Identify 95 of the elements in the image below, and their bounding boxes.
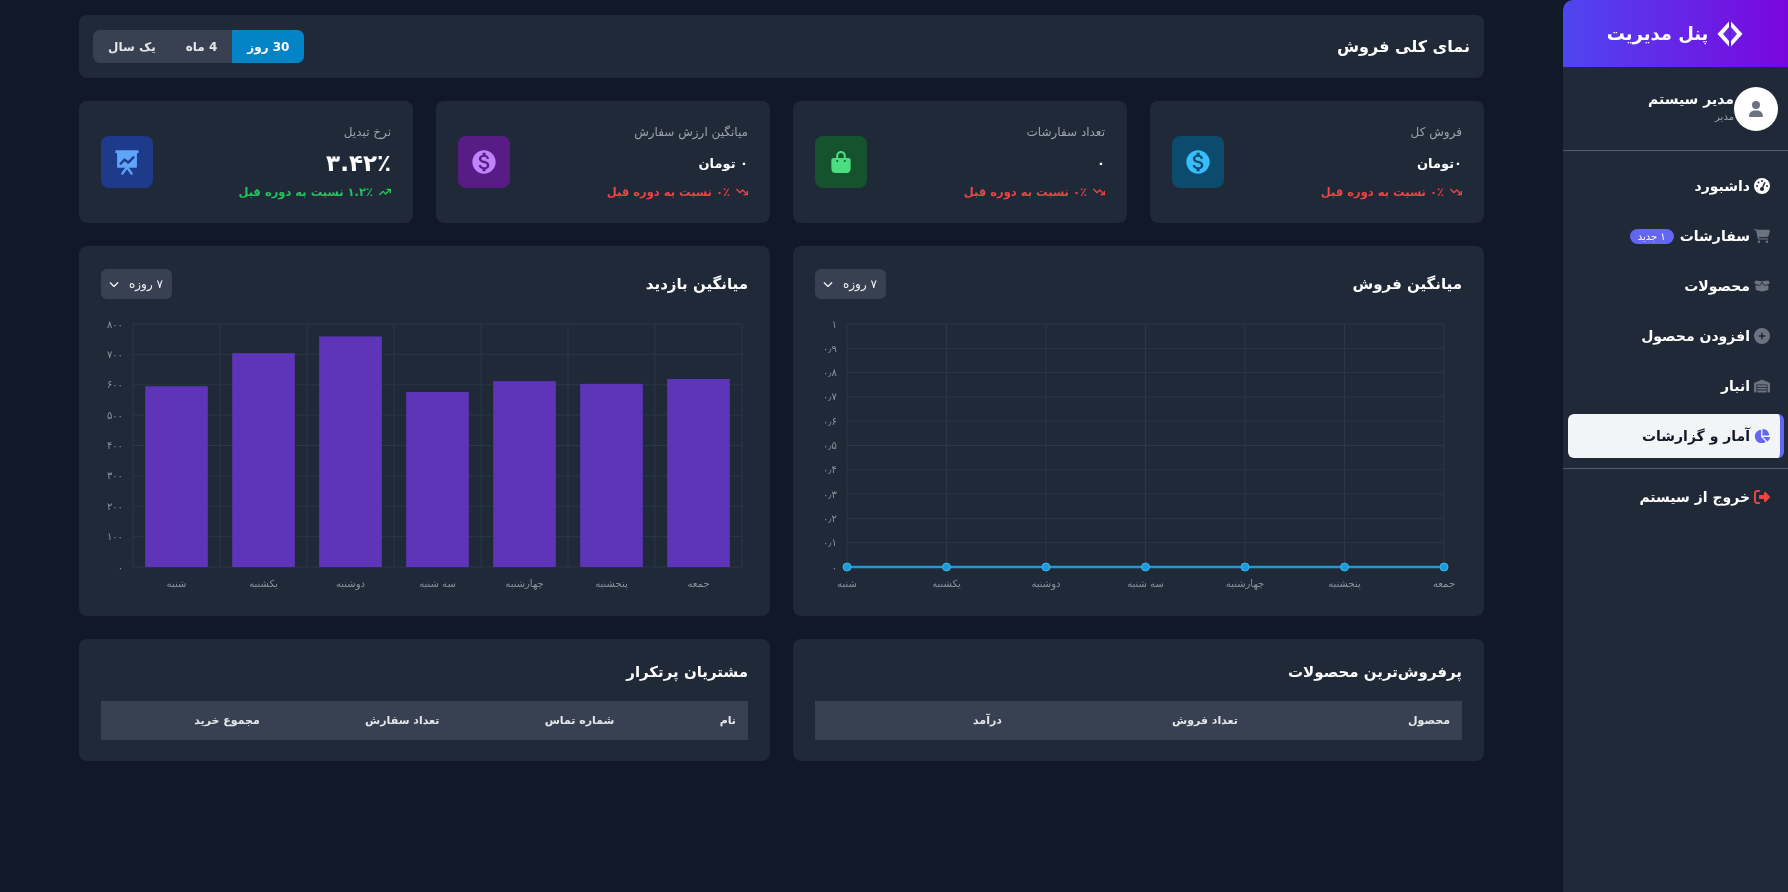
column-header: شماره تماس [543,714,616,727]
logout-item[interactable]: خروج از سیستم [1568,475,1784,519]
app-title: پنل مدیریت [1606,23,1709,44]
gauge-icon [1754,178,1770,194]
x-axis-label: چهارشنبه [1225,578,1265,589]
column-header: نام [718,714,737,727]
stat-change: ۰٪ نسبت به دوره قبل [1320,185,1444,199]
nav-item[interactable]: محصولات [1568,264,1784,308]
data-point [1240,562,1250,572]
chart-title: میانگین بازدید [645,275,748,293]
y-axis-label: ۴۰۰ [106,440,123,451]
page-title: نمای کلی فروش [1336,37,1470,56]
x-axis-label: چهارشنبه [505,578,544,589]
data-point [1141,562,1150,572]
x-axis-label: سه شنبه [419,578,456,589]
data-point [842,562,852,572]
period-dropdown[interactable]: ۷ روزه [101,269,172,299]
chevron-down-icon [823,279,833,289]
x-axis-label: شنبه [166,578,187,589]
nav-item[interactable]: سفارشات ۱ جدید [1568,214,1784,258]
data-point [1439,562,1449,572]
y-axis-label: ۰٫۱ [823,537,837,549]
stat-label: میانگین ارزش سفارش [634,124,748,142]
column-header: مجموع خرید [193,714,261,727]
stat-change: ۰٪ نسبت به دوره قبل [606,185,730,199]
period-tab[interactable]: یک سال [93,30,171,63]
y-axis-label: ۳۰۰ [106,470,123,482]
table-title: مشتریان پرتکرار [624,662,748,683]
table-title: پرفروش‌ترین محصولات [1287,662,1462,683]
cart-icon [1754,228,1770,244]
shopping-bag-icon [815,136,867,188]
y-axis-label: ۱ [831,318,837,330]
y-axis-label: ۵۰۰ [106,409,123,421]
stat-label: تعداد سفارشات [1026,124,1105,142]
box-icon [1754,278,1770,294]
nav-item[interactable]: آمار و گزارشات [1568,414,1784,458]
stat-value: ۰ [1097,155,1105,171]
stat-value: ۰تومان [1417,155,1462,171]
count-badge: ۱ جدید [1629,228,1674,244]
avatar-icon [1734,86,1778,131]
dollar-coin-icon [1172,136,1224,188]
period-tab[interactable]: 30 روز [232,30,305,63]
x-axis-label: یکشنبه [249,578,278,589]
y-axis-label: ۰ [831,561,837,573]
column-header: درآمد [972,714,1003,727]
stat-change: ۰٪ نسبت به دوره قبل [963,185,1087,199]
data-point [1340,562,1349,572]
nav-item[interactable]: افزودن محصول [1568,314,1784,358]
chart-title: میانگین فروش [1352,275,1462,293]
warehouse-icon [1754,378,1770,394]
x-axis-label: یکشنبه [932,578,961,589]
y-axis-label: ۰٫۴ [823,464,837,476]
nav-item[interactable]: انبار [1568,364,1784,408]
x-axis-label: شنبه [837,578,857,589]
y-axis-label: ۰٫۵ [823,440,837,451]
y-axis-label: ۰٫۲ [823,512,837,524]
y-axis-label: ۰٫۷ [823,391,837,403]
chevron-down-icon [109,279,119,289]
column-header: تعداد فروش [1170,714,1239,727]
x-axis-label: دوشنبه [335,578,366,589]
y-axis-label: ۰٫۳ [823,488,837,500]
y-axis-label: ۰٫۹ [823,342,837,354]
stat-label: فروش کل [1410,124,1462,142]
stat-change: ۱.۲٪ نسبت به دوره قبل [238,185,373,199]
data-point [942,562,951,572]
stat-label: نرخ تبدیل [343,124,391,141]
column-header: تعداد سفارش [364,714,441,727]
period-tab[interactable]: 4 ماه [170,30,233,63]
logo-icon [1716,19,1745,48]
data-point [1041,562,1051,572]
x-axis-label: پنجشنبه [595,578,628,589]
y-axis-label: ۱۰۰ [106,531,123,543]
column-header: محصول [1406,714,1451,727]
user-name: مدیر سیستم [1647,91,1734,107]
y-axis-label: ۰٫۸ [823,367,837,379]
x-axis-label: سه شنبه [1127,578,1164,589]
y-axis-label: ۰٫۶ [823,415,837,427]
nav-item[interactable]: داشبورد [1568,164,1784,208]
y-axis-label: ۸۰۰ [106,318,123,330]
x-axis-label: دوشنبه [1031,578,1061,589]
user-role: مدیر [1715,111,1734,122]
y-axis-label: ۶۰۰ [106,379,123,391]
period-dropdown[interactable]: ۷ روزه [815,269,886,299]
y-axis-label: ۰ [117,561,123,573]
presentation-chart-icon [101,136,153,188]
dollar-coin-icon [458,136,510,188]
stat-value: ۰ تومان [698,155,748,171]
stat-value: ۳.۴۲٪ [326,150,391,176]
x-axis-label: جمعه [687,578,710,589]
y-axis-label: ۷۰۰ [106,348,123,360]
y-axis-label: ۲۰۰ [106,500,123,512]
pie-chart-icon [1754,428,1770,444]
x-axis-label: پنجشنبه [1328,578,1361,589]
exit-icon [1754,489,1770,505]
x-axis-label: جمعه [1432,578,1456,589]
